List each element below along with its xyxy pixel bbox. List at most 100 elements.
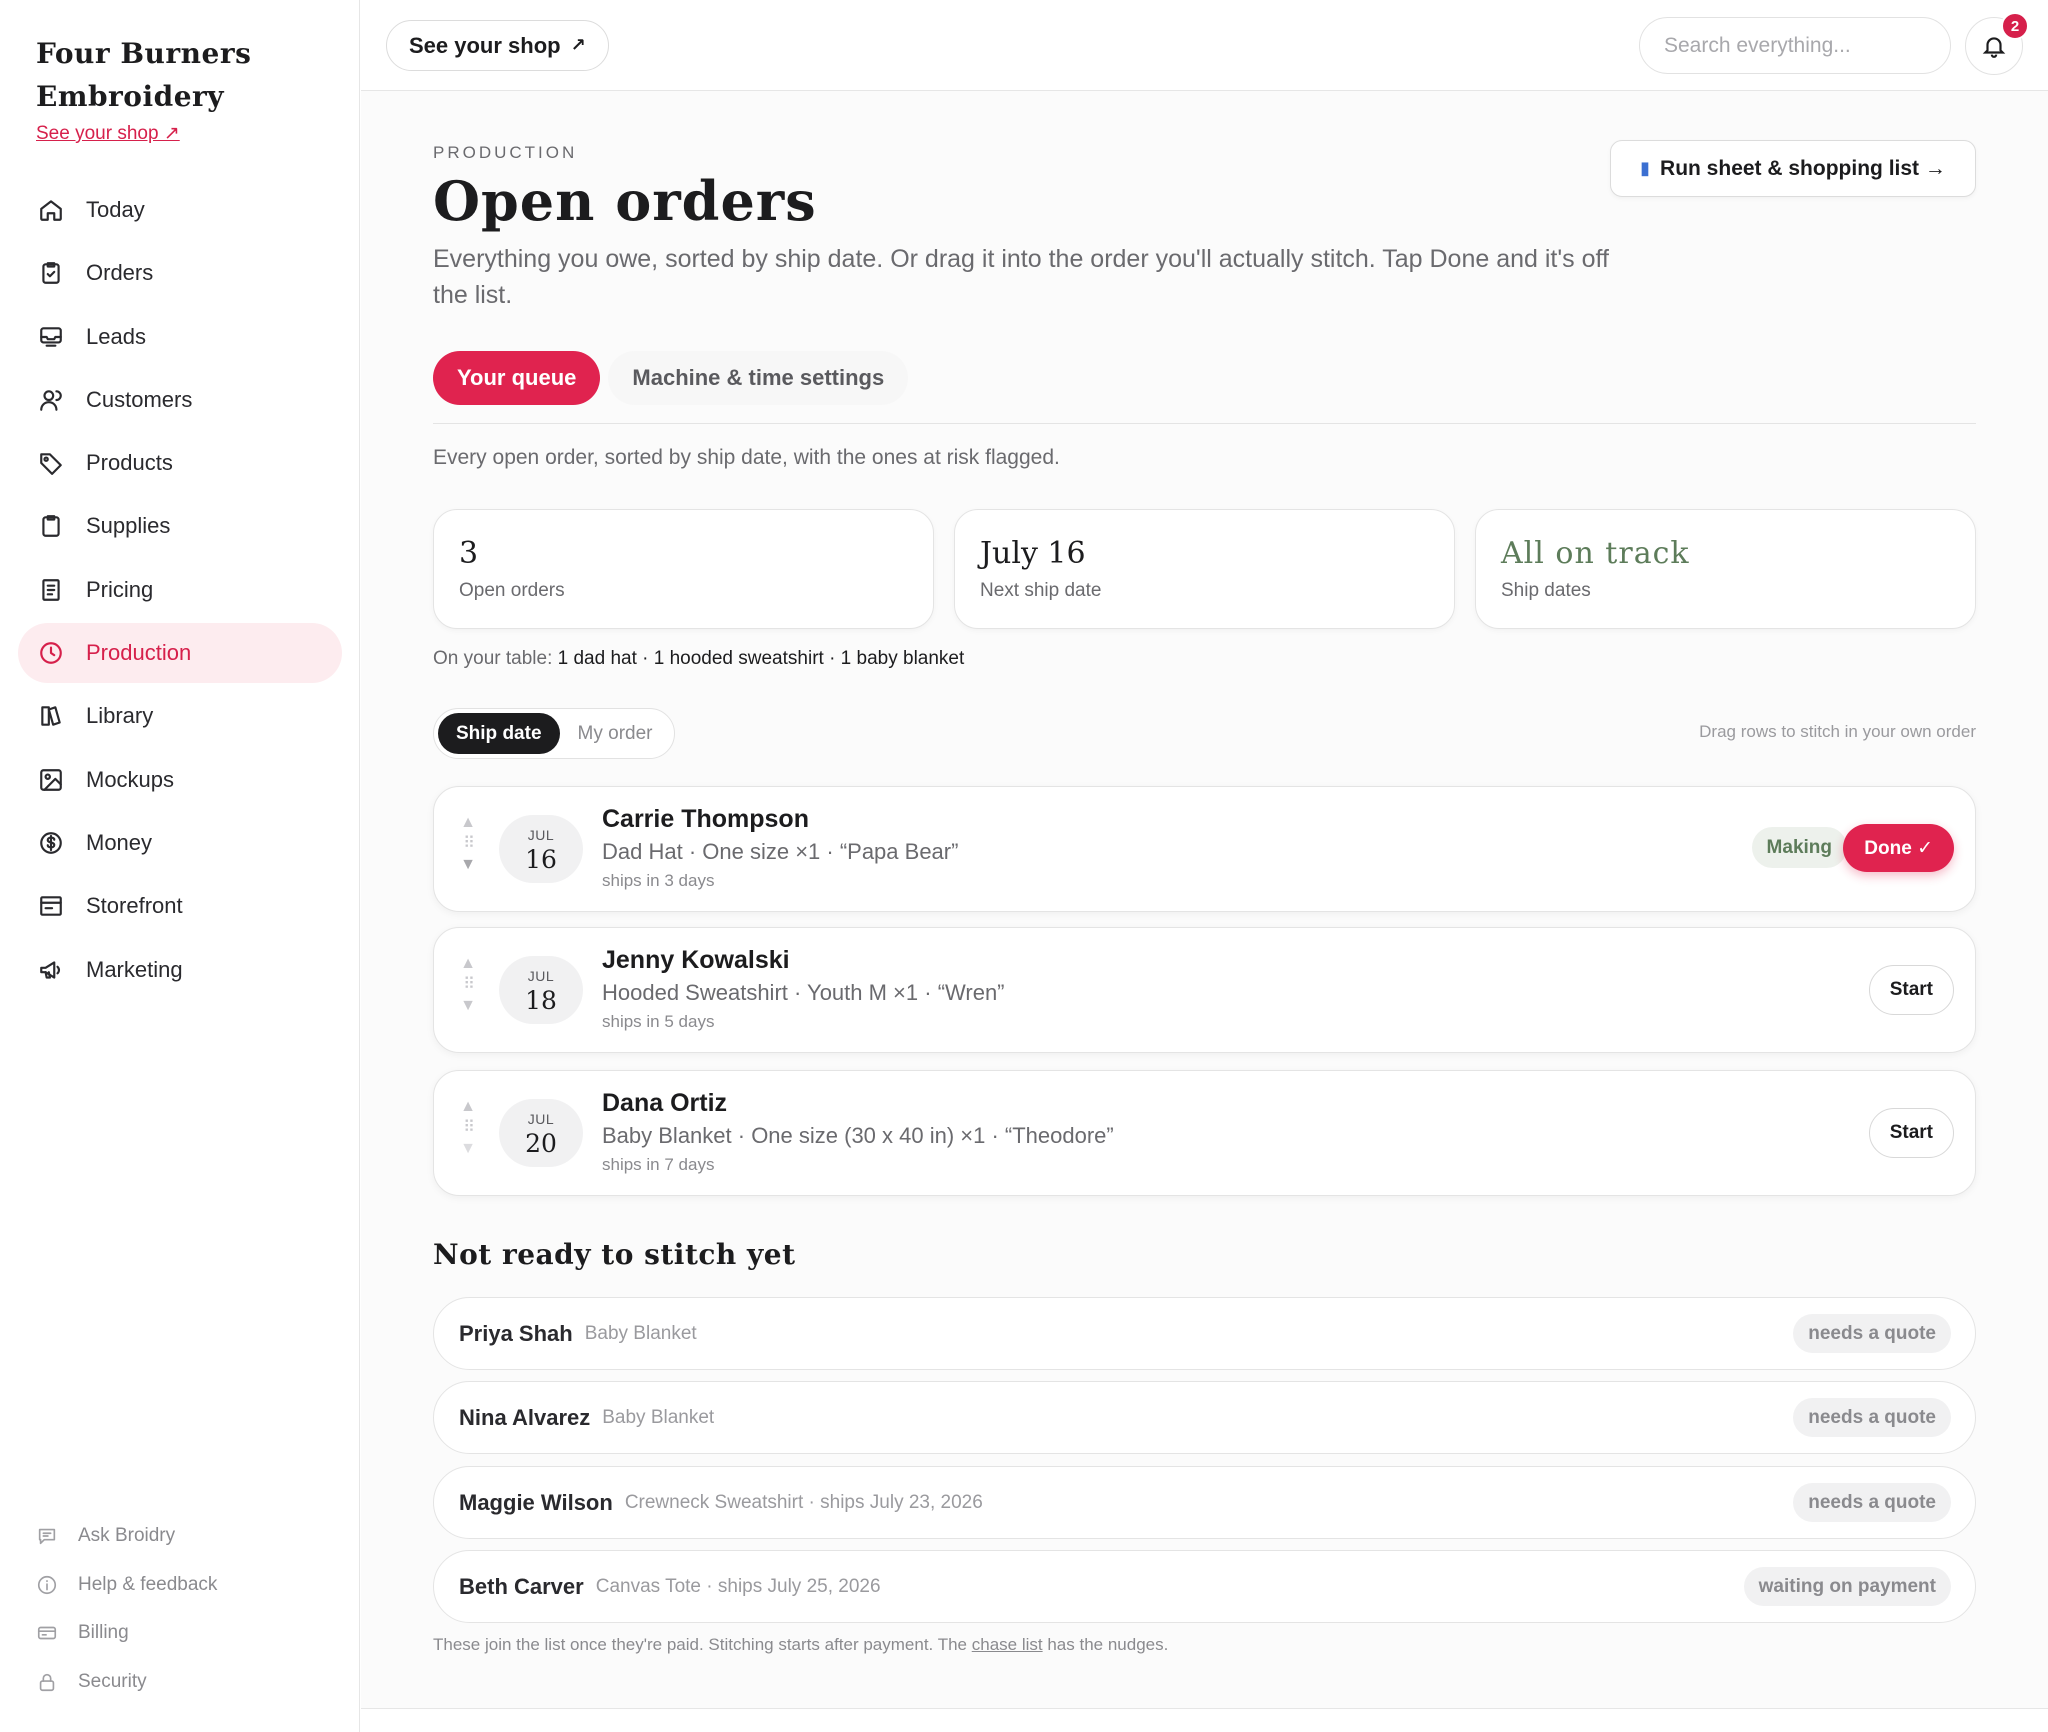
sidebar-item-label: Pricing bbox=[86, 576, 154, 602]
sidebar-item-marketing[interactable]: Marketing bbox=[18, 940, 342, 1000]
billing-link[interactable]: Billing bbox=[36, 1609, 336, 1658]
drag-handle[interactable]: ▲ ⠿ ▼ bbox=[459, 955, 477, 1015]
pending-row[interactable]: Beth Carver Canvas Tote · ships July 25,… bbox=[433, 1550, 1976, 1623]
help-feedback-link[interactable]: Help & feedback bbox=[36, 1561, 336, 1610]
brand-line-2: Embroidery bbox=[36, 80, 225, 113]
order-row[interactable]: ▲ ⠿ ▼ JUL 18 Jenny Kowalski Hooded Sweat… bbox=[433, 927, 1976, 1053]
stat-label: Open orders bbox=[459, 580, 565, 601]
footnote-text: has the nudges. bbox=[1047, 1635, 1169, 1654]
sidebar-item-customers[interactable]: Customers bbox=[18, 370, 342, 430]
order-row[interactable]: ▲ ⠿ ▼ JUL 20 Dana Ortiz Baby Blanket · O… bbox=[433, 1070, 1976, 1196]
stat-next-ship-date: July 16 Next ship date bbox=[954, 509, 1455, 629]
sidebar-item-label: Supplies bbox=[86, 513, 171, 539]
move-down-icon[interactable]: ▼ bbox=[459, 1140, 477, 1158]
ship-day: 18 bbox=[525, 986, 557, 1015]
sidebar-footer: Ask Broidry Help & feedback Billing Secu… bbox=[36, 1512, 336, 1706]
ship-date-chip: JUL 16 bbox=[499, 815, 583, 883]
queue-intro: Every open order, sorted by ship date, w… bbox=[433, 446, 1060, 469]
tab-your-queue[interactable]: Your queue bbox=[433, 351, 601, 405]
sidebar-item-products[interactable]: Products bbox=[18, 433, 342, 493]
start-button[interactable]: Start bbox=[1868, 1108, 1954, 1158]
clipboard-check-icon bbox=[36, 258, 66, 288]
chat-icon bbox=[36, 1525, 60, 1547]
drag-handle[interactable]: ▲ ⠿ ▼ bbox=[459, 814, 477, 874]
see-your-shop-button[interactable]: See your shop ↗ bbox=[386, 20, 609, 71]
ship-date-chip: JUL 18 bbox=[499, 956, 583, 1024]
bottom-divider bbox=[361, 1708, 2048, 1709]
move-up-icon[interactable]: ▲ bbox=[459, 814, 477, 832]
not-ready-heading: Not ready to stitch yet bbox=[433, 1238, 796, 1271]
receipt-icon bbox=[36, 575, 66, 605]
megaphone-icon bbox=[36, 955, 66, 985]
run-sheet-button[interactable]: ▮ Run sheet & shopping list → bbox=[1610, 140, 1976, 197]
move-down-icon[interactable]: ▼ bbox=[459, 856, 477, 874]
sidebar-item-money[interactable]: Money bbox=[18, 813, 342, 873]
sidebar-item-pricing[interactable]: Pricing bbox=[18, 560, 342, 620]
sidebar-item-label: Marketing bbox=[86, 956, 183, 982]
grip-icon: ⠿ bbox=[463, 835, 475, 852]
sidebar-item-label: Products bbox=[86, 450, 173, 476]
footer-item-label: Help & feedback bbox=[78, 1573, 218, 1595]
customer-name: Priya Shah bbox=[459, 1320, 573, 1346]
see-your-shop-label: See your shop bbox=[409, 32, 561, 58]
pending-row[interactable]: Nina Alvarez Baby Blanket needs a quote bbox=[433, 1381, 1976, 1454]
footer-item-label: Security bbox=[78, 1670, 147, 1692]
search-input[interactable]: Search everything... bbox=[1639, 17, 1951, 74]
sidebar-item-supplies[interactable]: Supplies bbox=[18, 496, 342, 556]
external-link-icon: ↗ bbox=[570, 35, 586, 55]
status-badge: waiting on payment bbox=[1743, 1567, 1951, 1606]
ship-month: JUL bbox=[527, 968, 555, 984]
customer-name: Dana Ortiz bbox=[602, 1089, 728, 1117]
sort-my-order[interactable]: My order bbox=[560, 713, 671, 754]
clipboard-icon bbox=[36, 511, 66, 541]
sidebar-item-production[interactable]: Production bbox=[18, 623, 342, 684]
customer-name: Maggie Wilson bbox=[459, 1489, 613, 1515]
sort-ship-date[interactable]: Ship date bbox=[438, 713, 560, 754]
customer-name: Beth Carver bbox=[459, 1573, 584, 1599]
page-tabs: Your queue Machine & time settings bbox=[433, 351, 909, 405]
drag-handle[interactable]: ▲ ⠿ ▼ bbox=[459, 1098, 477, 1158]
sidebar-item-storefront[interactable]: Storefront bbox=[18, 876, 342, 936]
move-up-icon[interactable]: ▲ bbox=[459, 1098, 477, 1116]
divider bbox=[433, 423, 1976, 424]
ships-in: ships in 5 days bbox=[602, 1012, 715, 1031]
image-icon bbox=[36, 765, 66, 795]
item-description: Baby Blanket bbox=[602, 1406, 715, 1428]
ask-broidry-link[interactable]: Ask Broidry bbox=[36, 1512, 336, 1561]
chase-list-link[interactable]: chase list bbox=[972, 1635, 1043, 1654]
order-description: Dad Hat · One size ×1 · “Papa Bear” bbox=[602, 839, 959, 864]
notification-count-badge: 2 bbox=[2001, 12, 2029, 40]
page-subtitle: Everything you owe, sorted by ship date.… bbox=[433, 245, 1609, 309]
storefront-icon bbox=[36, 891, 66, 921]
home-icon bbox=[36, 195, 66, 225]
ships-in: ships in 3 days bbox=[602, 871, 715, 890]
move-down-icon[interactable]: ▼ bbox=[459, 997, 477, 1015]
done-button[interactable]: Done ✓ bbox=[1843, 824, 1954, 872]
pending-row[interactable]: Maggie Wilson Crewneck Sweatshirt · ship… bbox=[433, 1466, 1976, 1539]
move-up-icon[interactable]: ▲ bbox=[459, 955, 477, 973]
tab-machine-time-settings[interactable]: Machine & time settings bbox=[608, 351, 909, 405]
stat-value: All on track bbox=[1501, 536, 1690, 571]
see-your-shop-link[interactable]: See your shop ↗ bbox=[36, 122, 180, 145]
bell-icon bbox=[1982, 37, 2006, 58]
inbox-icon bbox=[36, 322, 66, 352]
security-link[interactable]: Security bbox=[36, 1658, 336, 1707]
on-table-label: On your table: bbox=[433, 648, 553, 669]
start-button[interactable]: Start bbox=[1868, 965, 1954, 1015]
sidebar-item-leads[interactable]: Leads bbox=[18, 307, 342, 367]
sidebar-item-mockups[interactable]: Mockups bbox=[18, 750, 342, 810]
sidebar-item-orders[interactable]: Orders bbox=[18, 243, 342, 303]
order-row[interactable]: ▲ ⠿ ▼ JUL 16 Carrie Thompson Dad Hat · O… bbox=[433, 786, 1976, 912]
stat-label: Ship dates bbox=[1501, 580, 1591, 601]
sidebar-item-today[interactable]: Today bbox=[18, 180, 342, 240]
footer-item-label: Billing bbox=[78, 1622, 129, 1644]
sidebar-item-library[interactable]: Library bbox=[18, 686, 342, 746]
ship-month: JUL bbox=[527, 827, 555, 843]
credit-card-icon bbox=[36, 1622, 60, 1644]
search-placeholder: Search everything... bbox=[1664, 33, 1851, 57]
on-your-table: On your table: 1 dad hat · 1 hooded swea… bbox=[433, 648, 964, 670]
brand-line-1: Four Burners bbox=[36, 37, 252, 70]
stat-value: July 16 bbox=[980, 536, 1086, 571]
pending-row[interactable]: Priya Shah Baby Blanket needs a quote bbox=[433, 1297, 1976, 1370]
page-eyebrow: PRODUCTION bbox=[433, 143, 578, 162]
